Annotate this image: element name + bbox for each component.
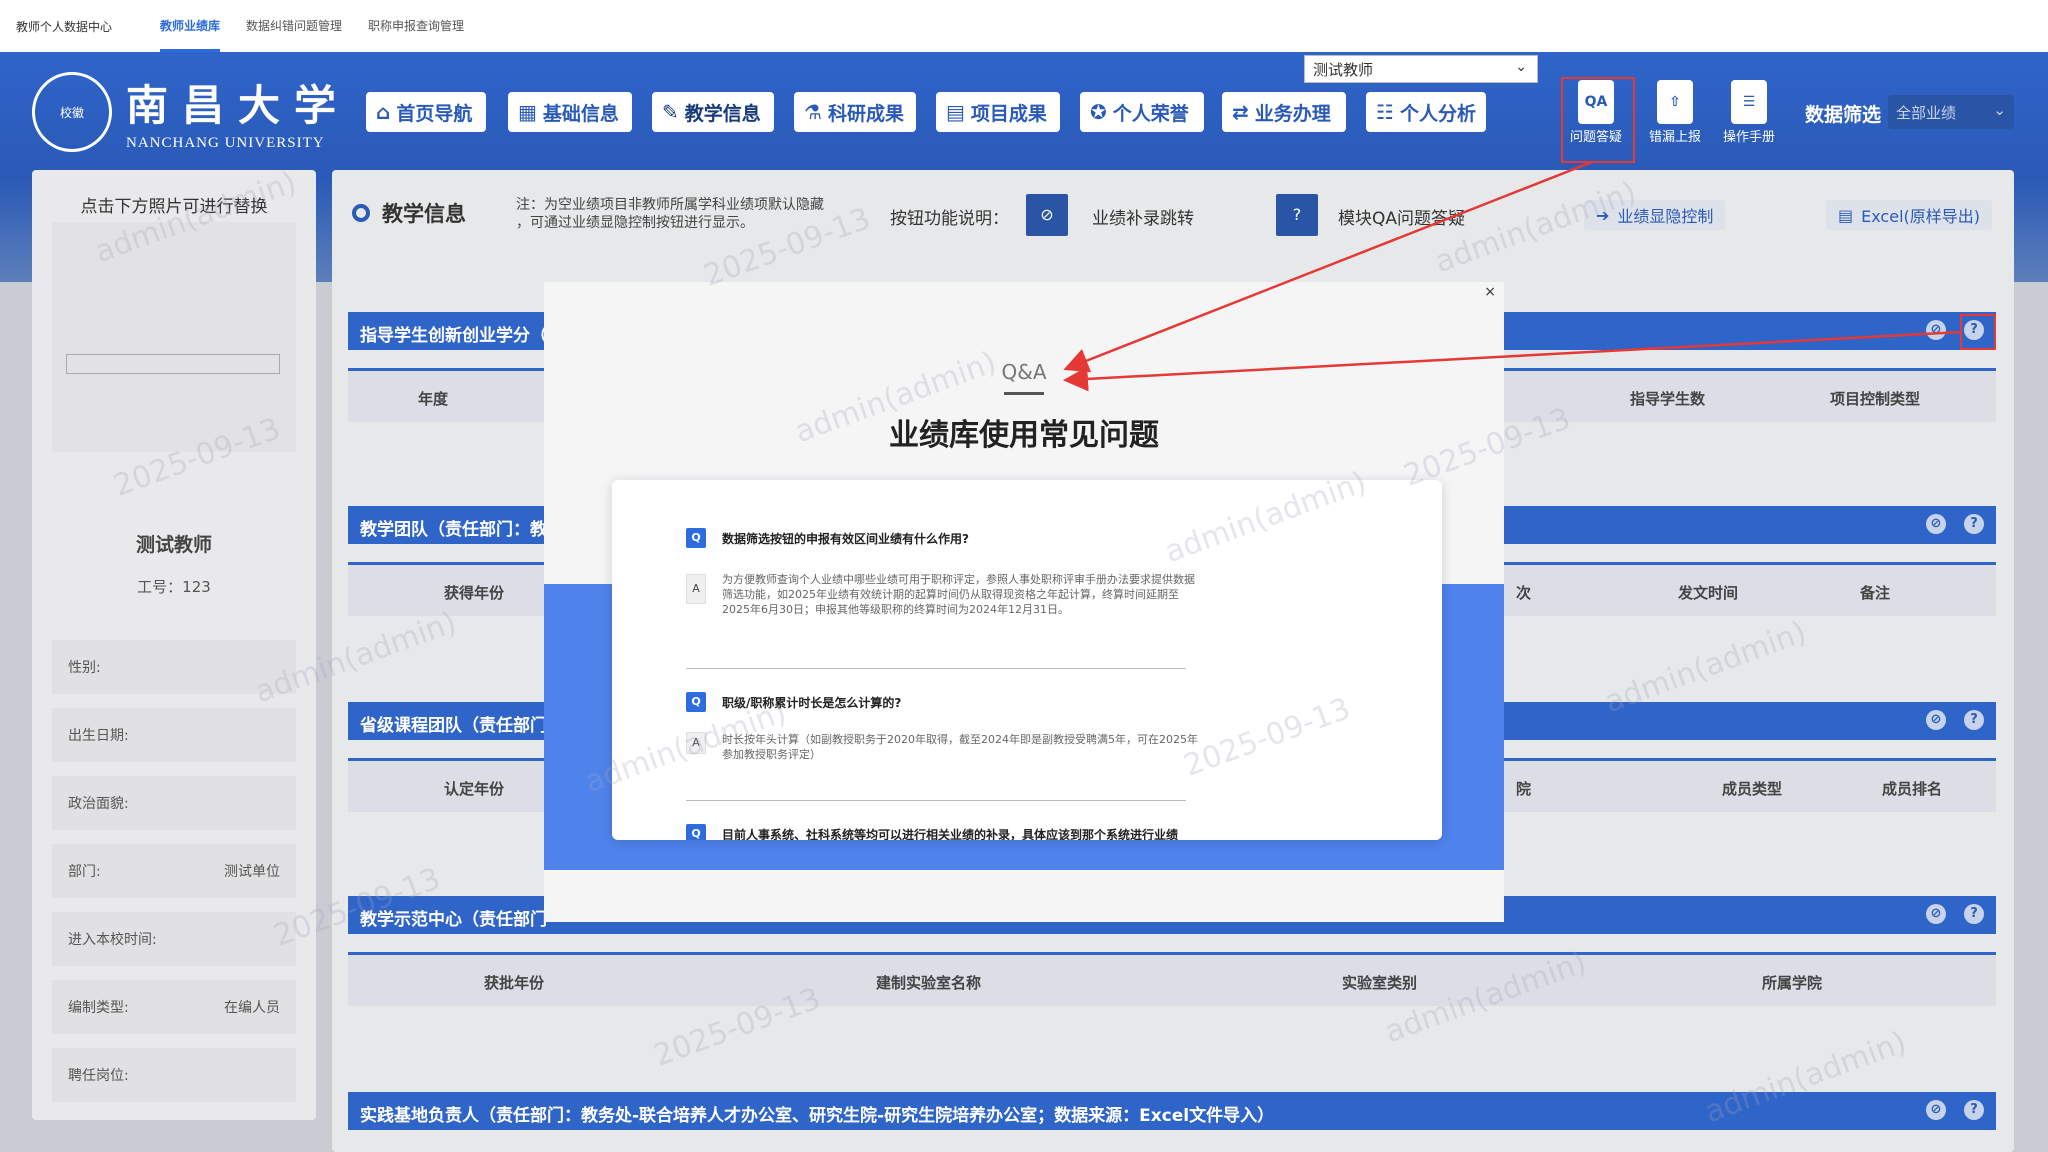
annotation-arrows	[1063, 160, 1963, 392]
arrow-from-qa-tool	[1063, 160, 1593, 373]
arrow-from-section-qa	[1063, 330, 1963, 392]
